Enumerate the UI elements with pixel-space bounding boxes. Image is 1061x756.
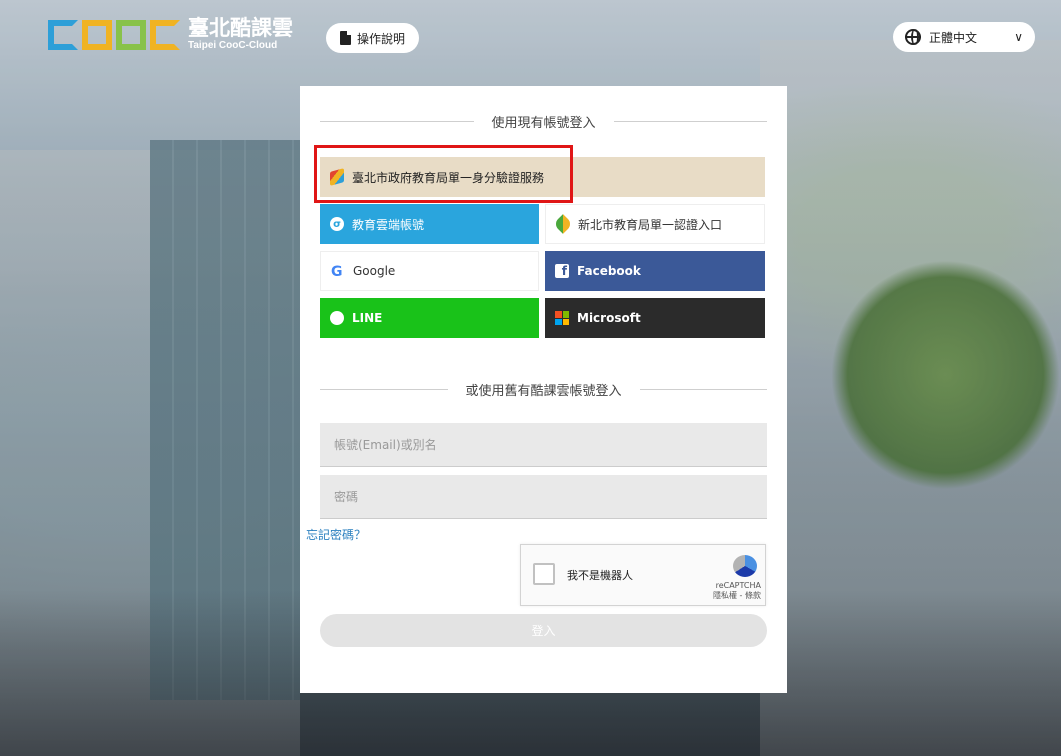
globe-icon bbox=[905, 29, 921, 45]
chevron-down-icon: ∨ bbox=[1014, 30, 1023, 44]
ntpc-leaf-icon bbox=[553, 214, 573, 234]
recaptcha-links[interactable]: 隱私權 - 條款 bbox=[713, 591, 761, 601]
language-label: 正體中文 bbox=[929, 30, 978, 45]
microsoft-login-button[interactable]: Microsoft bbox=[545, 298, 765, 338]
recaptcha-label: 我不是機器人 bbox=[567, 569, 633, 582]
document-icon bbox=[340, 31, 351, 45]
facebook-label: Facebook bbox=[577, 264, 641, 278]
recaptcha-checkbox[interactable] bbox=[533, 563, 555, 585]
site-logo[interactable]: 臺北酷課雲 Taipei CooC-Cloud bbox=[48, 18, 293, 51]
language-selector[interactable]: 正體中文 ∨ bbox=[893, 22, 1035, 52]
legacy-divider: 或使用舊有酷課雲帳號登入 bbox=[320, 380, 768, 399]
help-button-label: 操作說明 bbox=[357, 31, 406, 46]
login-submit-label: 登入 bbox=[531, 624, 556, 638]
forgot-password-link[interactable]: 忘記密碼？ bbox=[306, 526, 366, 543]
password-input[interactable]: 密碼 bbox=[320, 475, 767, 519]
login-panel: 使用現有帳號登入 臺北市政府教育局單一身分驗證服務 σ 教育雲端帳號 新北市教育… bbox=[300, 86, 787, 693]
recaptcha-brand: reCAPTCHA bbox=[715, 581, 761, 590]
section-title: 使用現有帳號登入 bbox=[491, 116, 596, 131]
password-placeholder: 密碼 bbox=[334, 490, 359, 504]
edu-cloud-label: 教育雲端帳號 bbox=[352, 217, 425, 232]
logo-mark-icon bbox=[48, 19, 180, 50]
facebook-login-button[interactable]: f Facebook bbox=[545, 251, 765, 291]
line-label: LINE bbox=[352, 311, 383, 325]
ntpc-sso-button[interactable]: 新北市教育局單一認證入口 bbox=[545, 204, 765, 244]
google-icon: G bbox=[331, 264, 343, 280]
account-input[interactable]: 帳號(Email)或別名 bbox=[320, 423, 767, 467]
recaptcha-widget: 我不是機器人 reCAPTCHA 隱私權 - 條款 bbox=[520, 544, 766, 606]
google-label: Google bbox=[353, 264, 396, 278]
edu-cloud-button[interactable]: σ 教育雲端帳號 bbox=[320, 204, 539, 244]
highlight-box bbox=[314, 145, 573, 203]
line-icon bbox=[330, 311, 344, 325]
legacy-title: 或使用舊有酷課雲帳號登入 bbox=[465, 384, 622, 399]
edu-cloud-icon: σ bbox=[330, 217, 344, 231]
ntpc-label: 新北市教育局單一認證入口 bbox=[578, 217, 723, 232]
account-placeholder: 帳號(Email)或別名 bbox=[334, 438, 437, 452]
microsoft-icon bbox=[555, 311, 569, 325]
facebook-icon: f bbox=[555, 264, 569, 278]
login-submit-button[interactable]: 登入 bbox=[320, 614, 767, 647]
help-button[interactable]: 操作說明 bbox=[326, 23, 420, 53]
line-login-button[interactable]: LINE bbox=[320, 298, 539, 338]
section-divider: 使用現有帳號登入 bbox=[320, 112, 768, 131]
logo-subtitle: Taipei CooC-Cloud bbox=[188, 40, 278, 51]
google-login-button[interactable]: G Google bbox=[320, 251, 539, 291]
microsoft-label: Microsoft bbox=[577, 311, 641, 325]
logo-title: 臺北酷課雲 bbox=[188, 16, 293, 40]
recaptcha-logo-icon bbox=[733, 555, 757, 577]
